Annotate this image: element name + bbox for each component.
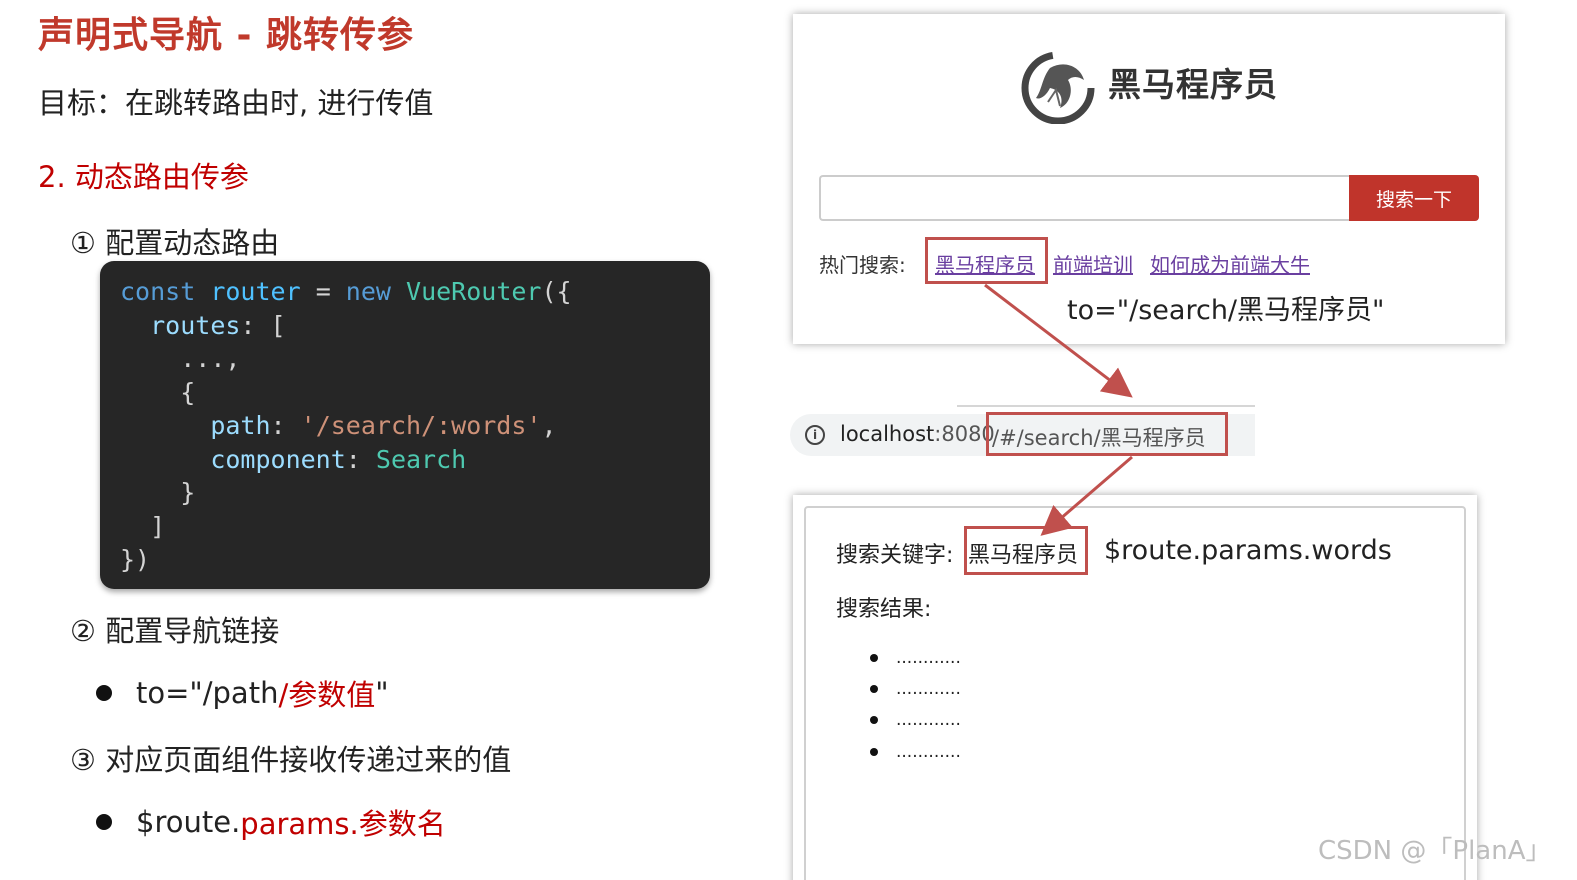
result-item: ............	[870, 742, 961, 762]
highlight-box-keyword	[964, 526, 1088, 575]
bullet-to-path: to="/path/参数值 "	[96, 672, 389, 714]
route-params-annotation: $route.params.words	[1104, 535, 1392, 566]
step-receive-params: ③ 对应页面组件接收传递过来的值	[70, 743, 512, 777]
result-item: ............	[870, 710, 961, 730]
list-dot	[870, 748, 878, 756]
code-line-3: ...,	[180, 344, 241, 373]
list-dot	[870, 654, 878, 662]
bullet-dot	[96, 814, 112, 830]
code-line-4: {	[180, 377, 196, 407]
hot-link-frontend-training[interactable]: 前端培训	[1053, 249, 1133, 278]
search-input[interactable]	[819, 175, 1350, 221]
code-line-9: })	[120, 545, 151, 574]
code-line-7: }	[180, 478, 196, 507]
hot-link-become-expert[interactable]: 如何成为前端大牛	[1150, 249, 1310, 278]
step-configure-route: ① 配置动态路由	[70, 226, 280, 260]
info-icon[interactable]: i	[805, 425, 825, 445]
search-button[interactable]: 搜索一下	[1349, 175, 1479, 221]
watermark: CSDN @「PlanA」	[1318, 836, 1552, 866]
slide-goal: 目标：在跳转路由时, 进行传值	[38, 86, 434, 120]
brand-name: 黑马程序员	[1108, 65, 1278, 104]
code-line-8: ]	[150, 511, 166, 541]
horse-logo-icon	[1021, 51, 1095, 124]
list-dot	[870, 716, 878, 724]
code-line-6: component: Search	[210, 444, 467, 474]
url-host: localhost:8080	[840, 422, 995, 446]
keyword-label: 搜索关键字:	[836, 543, 954, 568]
bullet-dot	[96, 685, 112, 701]
urlbar-divider	[957, 405, 1255, 407]
code-line-1: const router = new VueRouter({	[120, 277, 572, 306]
highlight-box-link	[925, 237, 1048, 284]
highlight-box-url	[986, 412, 1228, 456]
code-line-2: routes: [	[150, 310, 286, 340]
result-item: ............	[870, 679, 961, 699]
bullet-route-params: $route. params.参数名	[96, 801, 446, 843]
code-block: const router = new VueRouter({ routes: […	[100, 261, 710, 589]
result-item: ............	[870, 648, 961, 668]
result-label: 搜索结果:	[836, 597, 932, 622]
slide-title: 声明式导航 - 跳转传参	[38, 15, 415, 56]
section-heading: 2. 动态路由传参	[38, 160, 249, 194]
hot-search-label: 热门搜索:	[819, 253, 906, 277]
list-dot	[870, 685, 878, 693]
to-annotation: to="/search/黑马程序员"	[1067, 295, 1385, 326]
step-configure-link: ② 配置导航链接	[70, 614, 280, 648]
code-line-5: path: '/search/:words',	[210, 411, 557, 440]
